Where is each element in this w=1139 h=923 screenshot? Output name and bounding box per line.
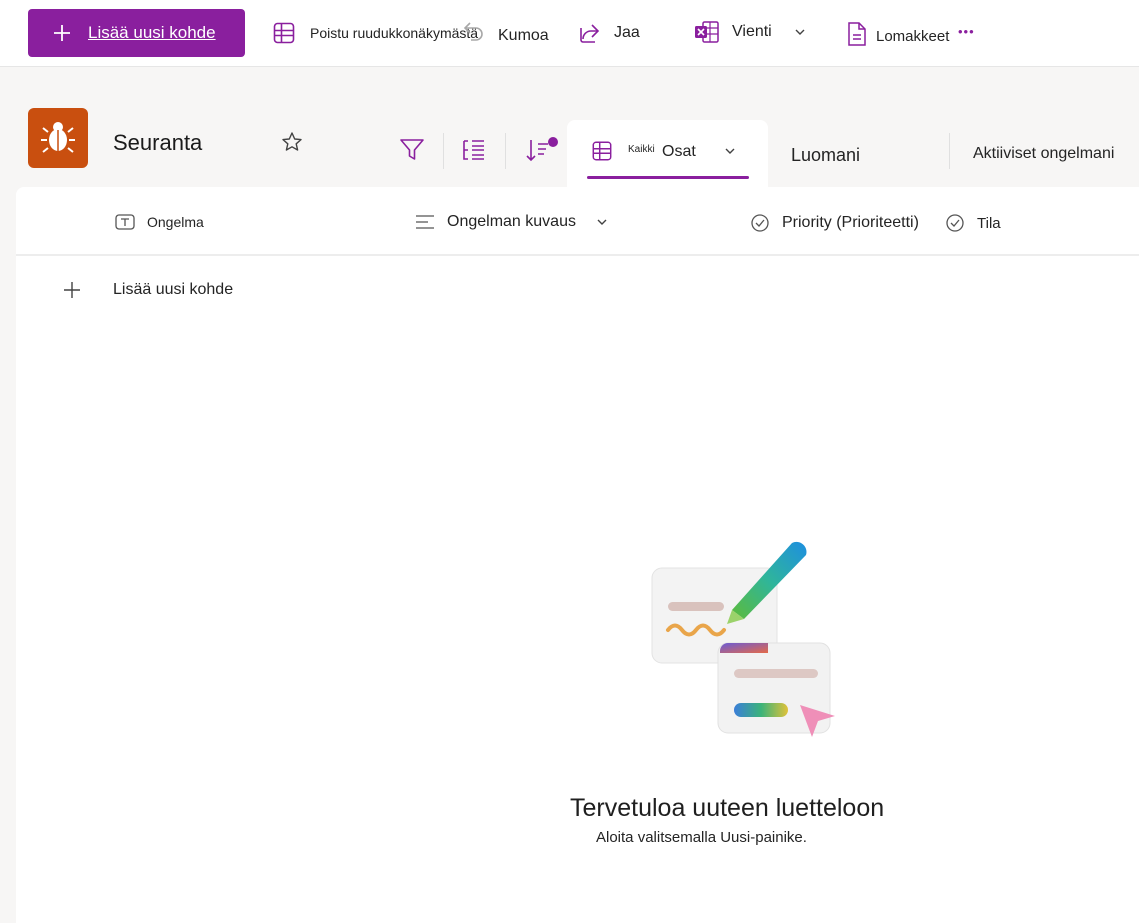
share-icon xyxy=(580,24,600,43)
new-item-button[interactable]: Lisää uusi kohde xyxy=(28,9,245,57)
star-icon[interactable] xyxy=(281,131,303,153)
tab-my-items[interactable]: Luomani xyxy=(791,145,860,166)
column-label: Ongelma xyxy=(147,214,204,230)
chevron-down-icon[interactable] xyxy=(596,216,608,228)
excel-icon xyxy=(695,21,719,43)
undo-icon xyxy=(463,22,483,41)
plus-icon xyxy=(64,282,80,298)
view-name: Osat xyxy=(662,143,696,160)
empty-state-title: Tervetuloa uuteen luetteloon xyxy=(570,794,885,822)
column-label: Ongelman kuvaus xyxy=(447,213,576,230)
view-prefix: Kaikki xyxy=(628,144,655,155)
sort-icon[interactable] xyxy=(525,136,561,166)
undo-label: Kumoa xyxy=(498,27,549,44)
exit-grid-view-button[interactable]: Poistu ruudukkonäkymästä xyxy=(272,21,478,45)
column-header-priority[interactable]: Priority (Prioriteetti) xyxy=(750,213,919,233)
share-label: Jaa xyxy=(614,24,640,41)
text-icon xyxy=(115,214,135,230)
add-new-item-row[interactable]: Lisää uusi kohde xyxy=(62,280,233,300)
choice-icon xyxy=(751,214,769,232)
add-new-item-label: Lisää uusi kohde xyxy=(113,281,234,298)
exit-grid-label: Poistu ruudukkonäkymästä xyxy=(310,25,479,41)
choice-icon xyxy=(946,214,964,232)
toolbar-divider xyxy=(443,133,444,169)
bug-icon xyxy=(41,122,75,153)
column-label: Priority (Prioriteetti) xyxy=(782,214,919,231)
filter-icon[interactable] xyxy=(399,137,425,163)
forms-button[interactable]: Lomakkeet xyxy=(847,21,949,47)
sort-active-badge xyxy=(548,137,558,147)
more-icon: ••• xyxy=(958,24,975,39)
tab-divider xyxy=(949,133,950,169)
empty-state-subtitle: Aloita valitsemalla Uusi-painike. xyxy=(596,829,807,846)
column-label: Tila xyxy=(977,214,1001,232)
more-actions-button[interactable]: ••• xyxy=(958,24,975,39)
new-item-label: Lisää uusi kohde xyxy=(88,23,216,42)
toolbar-divider xyxy=(505,133,506,169)
empty-list-illustration xyxy=(651,541,835,737)
active-view-indicator xyxy=(587,176,749,179)
column-header-status[interactable]: Tila xyxy=(945,213,1001,233)
grid-icon xyxy=(273,22,295,44)
export-label: Vienti xyxy=(732,23,772,40)
form-document-icon xyxy=(848,22,866,46)
export-button[interactable]: Vienti xyxy=(694,20,806,44)
list-app-icon xyxy=(28,108,88,168)
column-header-issue[interactable]: Ongelma xyxy=(115,213,204,231)
multiline-text-icon xyxy=(416,215,434,229)
share-button[interactable]: Jaa xyxy=(578,21,640,45)
chevron-down-icon[interactable] xyxy=(724,145,736,157)
grid-icon xyxy=(592,141,612,161)
group-by-icon[interactable] xyxy=(461,137,487,163)
tab-my-active-issues[interactable]: Aktiiviset ongelmani xyxy=(973,145,1114,163)
column-header-description[interactable]: Ongelman kuvaus xyxy=(415,213,620,231)
forms-label: Lomakkeet xyxy=(876,27,950,45)
plus-icon xyxy=(54,25,70,41)
undo-button[interactable]: Kumoa xyxy=(462,19,549,45)
list-title: Seuranta xyxy=(113,130,203,155)
chevron-down-icon[interactable] xyxy=(794,26,806,38)
